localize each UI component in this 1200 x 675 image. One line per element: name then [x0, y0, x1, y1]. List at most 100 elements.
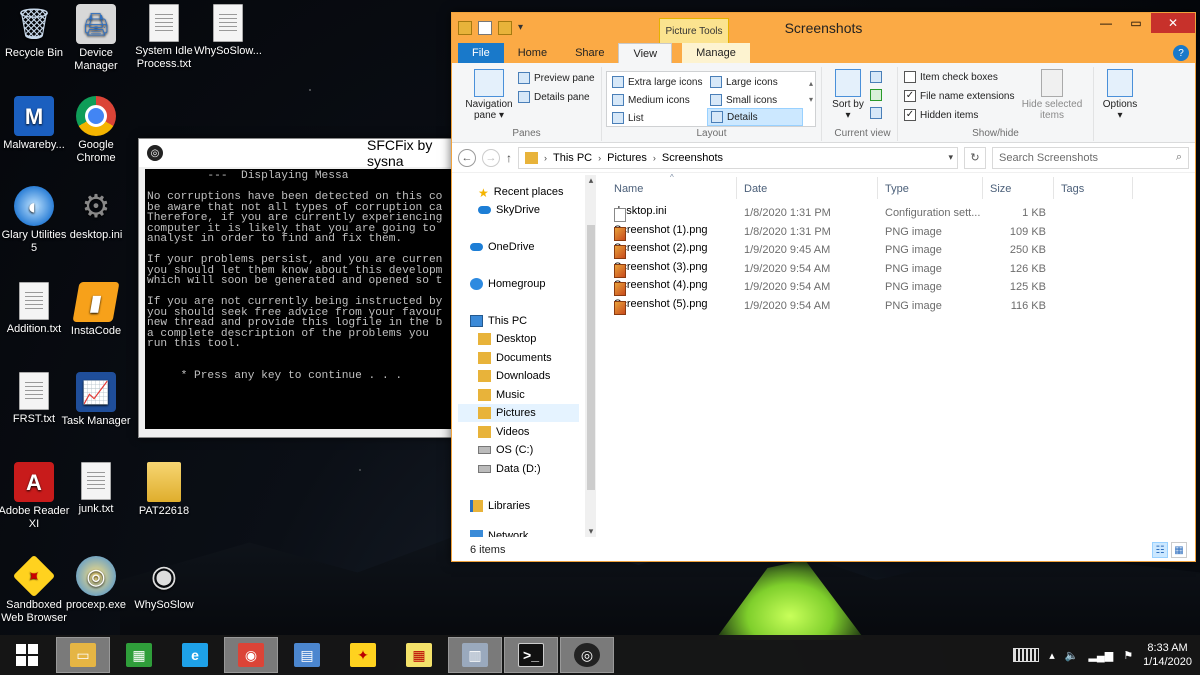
- action-center-icon[interactable]: ⚑: [1123, 649, 1133, 662]
- desktop-icon-task-manager[interactable]: 📈 Task Manager: [60, 372, 132, 428]
- network-signal-icon[interactable]: ▂▄▆: [1088, 649, 1113, 662]
- layout-large-icons[interactable]: Large icons: [707, 73, 781, 91]
- preview-pane-button[interactable]: Preview pane: [518, 69, 595, 87]
- column-divider[interactable]: [877, 177, 878, 199]
- layout-gallery-scroll[interactable]: ▴ ▾: [809, 76, 813, 108]
- taskbar-chrome-button[interactable]: ◉: [224, 637, 278, 673]
- nav-item-desktop[interactable]: Desktop: [458, 330, 536, 348]
- up-button[interactable]: ↑: [506, 151, 512, 165]
- forward-button[interactable]: →: [482, 148, 500, 167]
- desktop-icon-whysoslow[interactable]: WhySoSlow...: [192, 4, 264, 58]
- new-folder-icon[interactable]: [498, 21, 512, 35]
- nav-item-videos[interactable]: Videos: [458, 423, 529, 441]
- scroll-down-icon[interactable]: ▾: [585, 526, 596, 537]
- sfcfix-window[interactable]: ◎ SFCFix by sysna --- Displaying Messa N…: [138, 137, 456, 438]
- column-header-type[interactable]: Type: [885, 183, 909, 195]
- clock[interactable]: 8:33 AM 1/14/2020: [1143, 641, 1192, 669]
- desktop-icon-junk-txt[interactable]: junk.txt: [60, 462, 132, 516]
- large-icons-view-button[interactable]: ▦: [1171, 542, 1187, 558]
- nav-item-os-c[interactable]: OS (C:): [458, 441, 533, 459]
- nav-item-libraries[interactable]: Libraries: [458, 497, 530, 515]
- add-columns-icon[interactable]: [870, 89, 882, 101]
- properties-icon[interactable]: [478, 21, 492, 35]
- tab-share[interactable]: Share: [561, 43, 618, 63]
- details-pane-button[interactable]: Details pane: [518, 88, 590, 106]
- desktop-icon-google-chrome[interactable]: Google Chrome: [60, 96, 132, 165]
- tab-manage[interactable]: Manage: [682, 43, 750, 63]
- taskbar-sfcfix-button[interactable]: ◎: [560, 637, 614, 673]
- desktop-icon-system-idle-process-txt[interactable]: System Idle Process.txt: [128, 4, 200, 71]
- navigation-scrollbar[interactable]: ▴ ▾: [585, 175, 596, 537]
- column-header-size[interactable]: Size: [990, 183, 1011, 195]
- file-row[interactable]: Screenshot (4).png 1/9/2020 9:54 AM PNG im…: [612, 278, 1185, 296]
- taskbar-file-explorer-button[interactable]: ▭: [56, 637, 110, 673]
- file-row[interactable]: Screenshot (5).png 1/9/2020 9:54 AM PNG im…: [612, 297, 1185, 315]
- navigation-pane-button[interactable]: Navigation pane ▾: [460, 69, 518, 121]
- close-button[interactable]: ✕: [1151, 13, 1195, 33]
- nav-item-recent-places[interactable]: ★ Recent places: [458, 183, 563, 201]
- options-button[interactable]: Options ▾: [1098, 69, 1142, 121]
- taskbar-calculator-button[interactable]: ▦: [392, 637, 446, 673]
- search-input[interactable]: Search Screenshots ⌕: [992, 146, 1189, 169]
- column-header-date[interactable]: Date: [744, 183, 767, 195]
- file-name-extensions-toggle[interactable]: ✓ File name extensions: [904, 87, 1015, 105]
- column-divider[interactable]: [736, 177, 737, 199]
- file-name-extensions-checkbox[interactable]: ✓: [904, 90, 916, 102]
- taskbar-command-prompt-button[interactable]: >_: [504, 637, 558, 673]
- explorer-title-bar[interactable]: ▾ Picture Tools Screenshots — ▭ ✕: [452, 13, 1195, 43]
- nav-item-skydrive[interactable]: SkyDrive: [458, 201, 540, 219]
- desktop-icon-whysoslow[interactable]: ◉ WhySoSlow: [128, 556, 200, 612]
- nav-item-music[interactable]: Music: [458, 386, 525, 404]
- nav-item-this-pc[interactable]: This PC: [458, 312, 527, 330]
- group-by-icon[interactable]: [870, 71, 882, 83]
- breadcrumb-pictures[interactable]: Pictures: [607, 152, 647, 164]
- taskbar-task-manager-button[interactable]: ▥: [448, 637, 502, 673]
- layout-extra-large-icons[interactable]: Extra large icons: [609, 73, 705, 91]
- file-list[interactable]: Name Date Type Size Tags ^ desktop.ini 1/8/202…: [612, 173, 1185, 537]
- taskbar-control-panel-button[interactable]: ▤: [280, 637, 334, 673]
- taskbar-internet-explorer-button[interactable]: e: [168, 637, 222, 673]
- maximize-button[interactable]: ▭: [1121, 13, 1151, 33]
- layout-details[interactable]: Details: [707, 108, 803, 126]
- console-output[interactable]: --- Displaying Messa No corruptions have…: [145, 169, 455, 429]
- customize-toolbar-icon[interactable]: ▾: [518, 21, 532, 35]
- layout-list[interactable]: List: [609, 109, 647, 127]
- refresh-button[interactable]: ↻: [964, 146, 986, 169]
- file-explorer-window[interactable]: ▾ Picture Tools Screenshots — ▭ ✕ File H…: [451, 12, 1196, 562]
- details-view-button[interactable]: ☷: [1152, 542, 1168, 558]
- tab-file[interactable]: File: [458, 43, 504, 63]
- column-divider[interactable]: [1132, 177, 1133, 199]
- scroll-up-icon[interactable]: ▴: [585, 175, 596, 186]
- address-bar[interactable]: › This PC › Pictures › Screenshots ▾: [518, 146, 958, 169]
- hide-selected-items-button[interactable]: Hide selected items: [1018, 69, 1086, 121]
- hidden-items-checkbox[interactable]: ✓: [904, 109, 916, 121]
- taskbar-store-button[interactable]: ▦: [112, 637, 166, 673]
- column-divider[interactable]: [1053, 177, 1054, 199]
- folder-icon[interactable]: [458, 21, 472, 35]
- minimize-button[interactable]: —: [1091, 13, 1121, 33]
- touch-keyboard-icon[interactable]: [1013, 648, 1040, 662]
- tab-home[interactable]: Home: [504, 43, 561, 63]
- desktop-icon-procexp-exe[interactable]: ◎ procexp.exe: [60, 556, 132, 612]
- scroll-thumb[interactable]: [587, 225, 595, 490]
- nav-item-data-d[interactable]: Data (D:): [458, 460, 541, 478]
- layout-medium-icons[interactable]: Medium icons: [609, 91, 693, 109]
- file-row[interactable]: Screenshot (1).png 1/8/2020 1:31 PM PNG im…: [612, 223, 1185, 241]
- sfcfix-title-bar[interactable]: ◎ SFCFix by sysna: [139, 137, 455, 169]
- file-row[interactable]: Screenshot (2).png 1/9/2020 9:45 AM PNG im…: [612, 241, 1185, 259]
- item-check-boxes-toggle[interactable]: Item check boxes: [904, 68, 998, 86]
- breadcrumb-this-pc[interactable]: This PC: [553, 152, 592, 164]
- layout-small-icons[interactable]: Small icons: [707, 91, 780, 109]
- nav-item-homegroup[interactable]: Homegroup: [458, 275, 545, 293]
- desktop-icon-desktop-ini[interactable]: ⚙ desktop.ini: [60, 186, 132, 242]
- taskbar-start-button-button[interactable]: [0, 637, 54, 673]
- desktop-icon-pat22618[interactable]: PAT22618: [128, 462, 200, 518]
- size-columns-icon[interactable]: [870, 107, 882, 119]
- breadcrumb-screenshots[interactable]: Screenshots: [662, 152, 723, 164]
- file-row[interactable]: Screenshot (3).png 1/9/2020 9:54 AM PNG im…: [612, 260, 1185, 278]
- column-header-name[interactable]: Name: [614, 183, 643, 195]
- chevron-down-icon[interactable]: ▾: [948, 152, 953, 163]
- back-button[interactable]: ←: [458, 148, 476, 167]
- sort-by-button[interactable]: Sort by ▾: [832, 69, 864, 121]
- item-check-boxes-checkbox[interactable]: [904, 71, 916, 83]
